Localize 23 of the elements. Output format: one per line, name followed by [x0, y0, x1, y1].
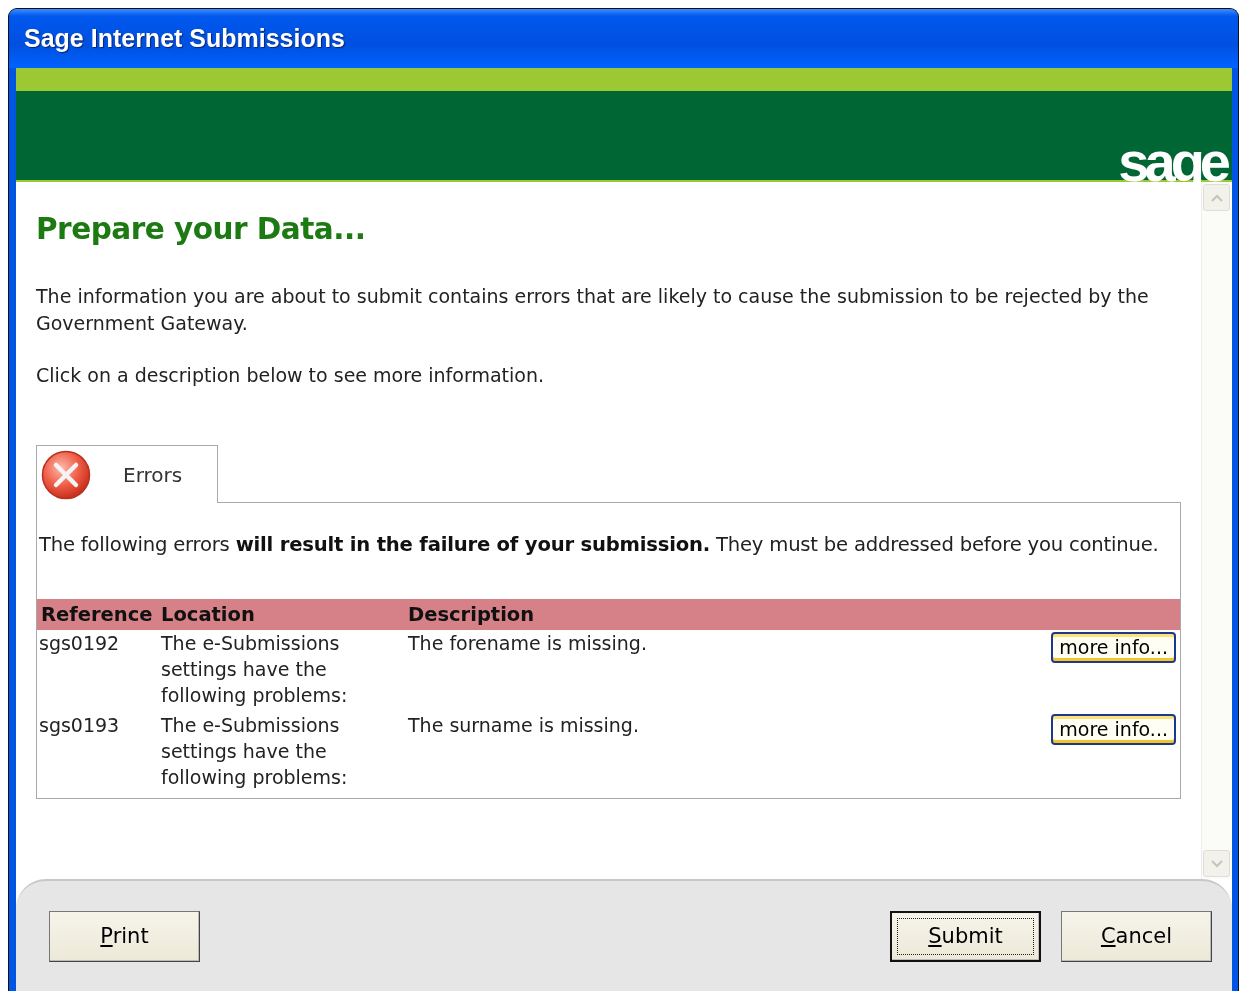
column-header: Description — [408, 603, 536, 626]
location-cell-text: The e-Submissions settings have the following problems: — [161, 631, 349, 708]
more-info-button[interactable]: more info... — [1051, 632, 1176, 663]
instruction-text: Click on a description below to see more information. — [36, 363, 545, 388]
tab[interactable]: Errors — [36, 445, 218, 503]
scroll-down-button[interactable] — [1203, 850, 1230, 877]
column-header: Reference — [41, 603, 154, 626]
dialog-button[interactable]: Print — [49, 910, 200, 962]
error-icon — [41, 449, 91, 500]
column-header: Location — [161, 603, 256, 626]
scroll-up-button[interactable] — [1203, 184, 1230, 211]
reference-cell-text: sgs0192 — [39, 631, 121, 656]
error-message: The following errors will result in the failure of your submission. They must be addressed before you continue. — [38, 532, 1160, 558]
description-cell-text: The surname is missing. — [408, 713, 640, 738]
more-info-button[interactable]: more info... — [1051, 714, 1176, 745]
location-cell-text: The e-Submissions settings have the following problems: — [161, 713, 349, 790]
reference-cell-text: sgs0193 — [39, 713, 121, 738]
window-title: Sage Internet Submissions — [24, 24, 345, 53]
description-cell-text: The forename is missing. — [408, 631, 648, 656]
dialog-button[interactable]: Cancel — [1061, 910, 1212, 962]
page-heading: Prepare your Data... — [36, 212, 367, 246]
instruction-text: The information you are about to submit contains errors that are likely to cause the submission to be rejected by the Government Gateway. — [36, 284, 1150, 336]
dialog-button[interactable]: Submit — [890, 910, 1041, 962]
